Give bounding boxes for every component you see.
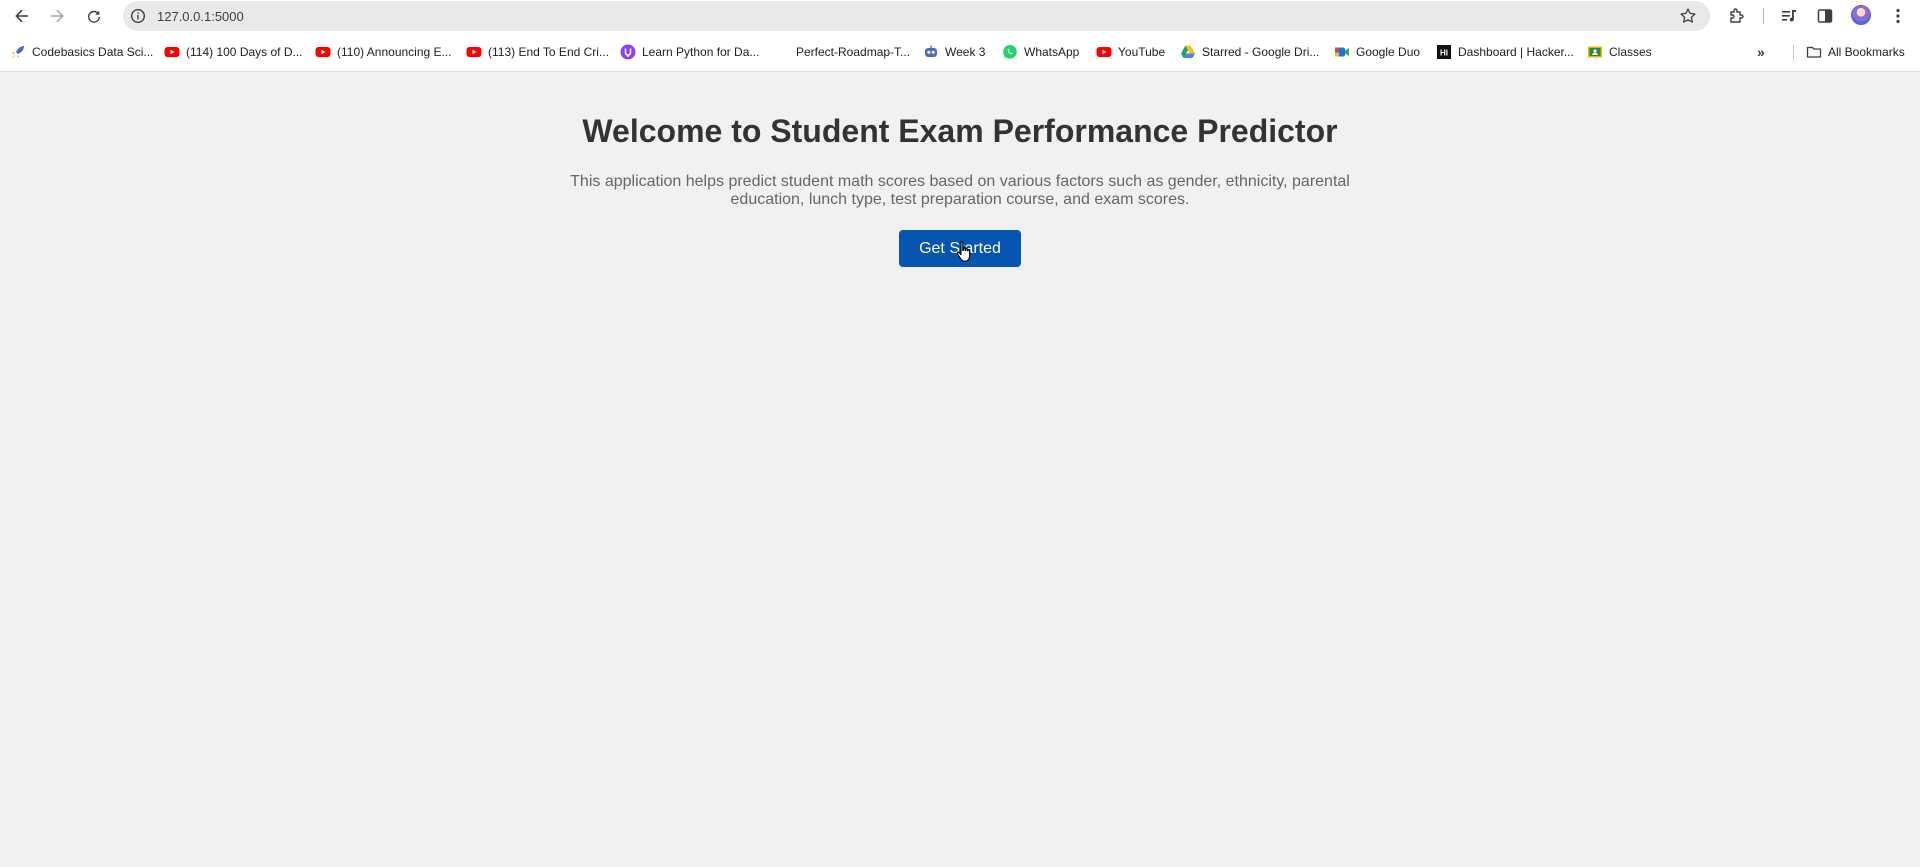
- side-panel-icon[interactable]: [1815, 6, 1835, 26]
- bookmark-item[interactable]: Learn Python for Da...: [620, 42, 759, 62]
- google-drive-icon: [1180, 44, 1196, 60]
- bookmark-label: (110) Announcing E...: [337, 45, 452, 59]
- address-bar[interactable]: 127.0.0.1:5000: [123, 1, 1710, 31]
- toolbar-divider: [1763, 8, 1764, 24]
- bookmark-item[interactable]: Google Duo: [1334, 42, 1420, 62]
- google-duo-icon: [1334, 44, 1350, 60]
- bookmark-label: Perfect-Roadmap-T...: [796, 45, 911, 59]
- bookmark-label: Dashboard | Hacker...: [1458, 45, 1574, 59]
- bookmark-item[interactable]: (114) 100 Days of D...: [164, 42, 303, 62]
- bookmark-label: (113) End To End Cri...: [488, 45, 609, 59]
- classroom-icon: [1587, 44, 1603, 60]
- page-content: Welcome to Student Exam Performance Pred…: [0, 73, 1920, 867]
- purple-logo-icon: [620, 44, 636, 60]
- avatar[interactable]: [1851, 5, 1871, 25]
- description-line-1: This application helps predict student m…: [570, 173, 1350, 190]
- folder-icon: [1806, 44, 1822, 60]
- youtube-icon: [1096, 44, 1112, 60]
- bookmark-label: Starred - Google Dri...: [1202, 45, 1320, 59]
- bookmark-item[interactable]: Starred - Google Dri...: [1180, 42, 1319, 62]
- kebab-menu-icon[interactable]: [1888, 6, 1908, 26]
- bookmark-item[interactable]: Week 3: [923, 42, 985, 62]
- all-bookmarks-label: All Bookmarks: [1828, 45, 1905, 59]
- description-line-2: education, lunch type, test preparation …: [730, 191, 1190, 208]
- bookmark-item[interactable]: YouTube: [1096, 42, 1165, 62]
- page-description: This application helps predict student m…: [560, 173, 1360, 209]
- browser-toolbar: 127.0.0.1:5000: [0, 0, 1920, 32]
- bookmark-label: Google Duo: [1356, 45, 1421, 59]
- hackerrank-icon: HI: [1436, 44, 1452, 60]
- get-started-button[interactable]: Get Started: [899, 230, 1021, 267]
- svg-text:HI: HI: [1440, 49, 1448, 58]
- bookmark-label: YouTube: [1118, 45, 1166, 59]
- bookmark-label: Learn Python for Da...: [642, 45, 760, 59]
- bookmark-item[interactable]: WhatsApp: [1002, 42, 1079, 62]
- url-text[interactable]: 127.0.0.1:5000: [157, 9, 244, 24]
- bookmark-label: Week 3: [945, 45, 986, 59]
- bookmark-item[interactable]: (110) Announcing E...: [315, 42, 452, 62]
- robot-icon: [923, 44, 939, 60]
- back-arrow-icon[interactable]: [10, 4, 34, 28]
- bookmark-label: (114) 100 Days of D...: [186, 45, 303, 59]
- star-icon[interactable]: [1679, 7, 1697, 25]
- bookmark-item[interactable]: (113) End To End Cri...: [466, 42, 609, 62]
- bookmark-item[interactable]: HI Dashboard | Hacker...: [1436, 42, 1574, 62]
- all-bookmarks-button[interactable]: All Bookmarks: [1806, 42, 1905, 62]
- youtube-icon: [315, 44, 331, 60]
- more-bookmarks-button[interactable]: »: [1757, 44, 1765, 60]
- bookmark-label: WhatsApp: [1024, 45, 1080, 59]
- bookmarks-bar: Codebasics Data Sci... (114) 100 Days of…: [0, 32, 1920, 72]
- bookmarks-divider: [1793, 45, 1794, 61]
- puzzle-icon[interactable]: [1727, 6, 1747, 26]
- blank-page-icon: [774, 44, 790, 60]
- bookmark-item[interactable]: Codebasics Data Sci...: [10, 42, 153, 62]
- bookmark-item[interactable]: Classes: [1587, 42, 1652, 62]
- bookmark-label: Classes: [1609, 45, 1652, 59]
- reload-icon[interactable]: [82, 4, 106, 28]
- page-title: Welcome to Student Exam Performance Pred…: [582, 113, 1338, 149]
- info-icon[interactable]: [130, 8, 146, 24]
- forward-arrow-icon[interactable]: [45, 4, 69, 28]
- bookmark-label: Codebasics Data Sci...: [32, 45, 154, 59]
- bookmark-item[interactable]: Perfect-Roadmap-T...: [774, 42, 910, 62]
- youtube-icon: [466, 44, 482, 60]
- whatsapp-icon: [1002, 44, 1018, 60]
- media-control-icon[interactable]: [1779, 6, 1799, 26]
- rocket-icon: [10, 44, 26, 60]
- youtube-icon: [164, 44, 180, 60]
